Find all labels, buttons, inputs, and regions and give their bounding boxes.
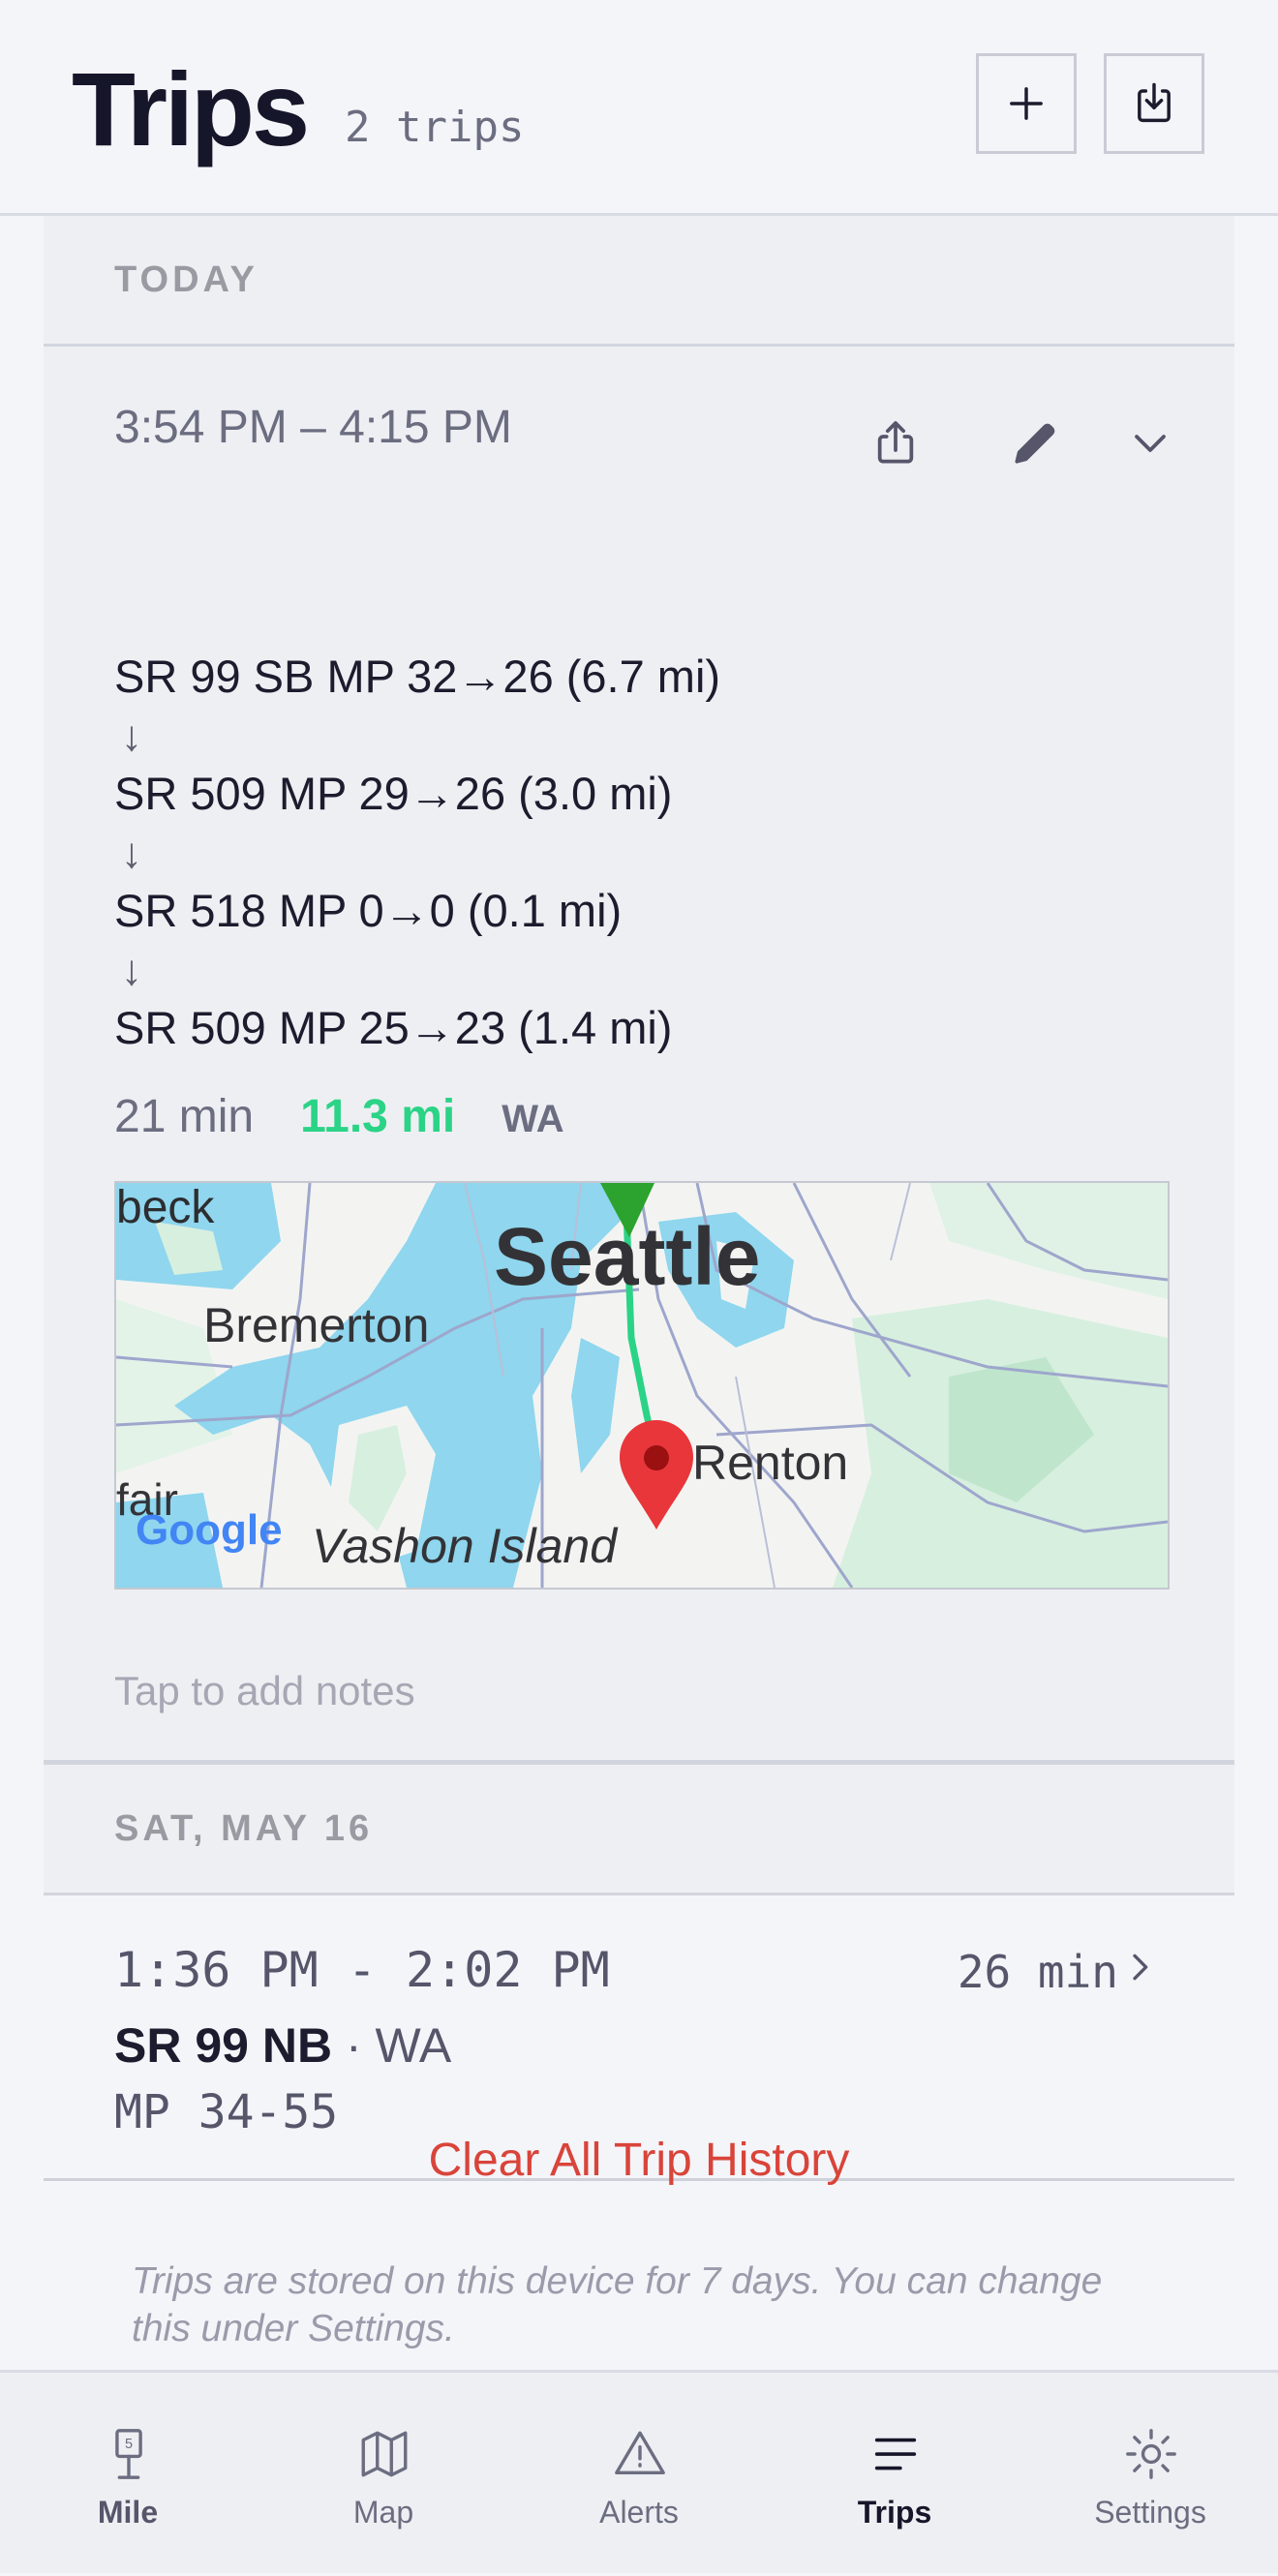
map-label-bremerton: Bremerton (203, 1298, 430, 1352)
page-title: Trips (72, 50, 310, 167)
trip-list: TODAY 3:54 PM – 4:15 PM SR 99 SB MP 32→2… (44, 216, 1234, 2181)
route-segment: SR 518 MP 0→0 (0.1 mi) (114, 885, 623, 936)
retention-info: Trips are stored on this device for 7 da… (132, 2260, 1103, 2349)
route-segment: SR 509 MP 25→23 (1.4 mi) (114, 1002, 673, 1053)
trip-distance: 11.3 mi (300, 1091, 456, 1142)
share-button[interactable] (857, 405, 934, 482)
map-icon (361, 2431, 408, 2477)
clear-history-button[interactable]: Clear All Trip History (0, 2134, 1278, 2187)
google-logo: Google (136, 1506, 283, 1554)
trip-time-range: 3:54 PM – 4:15 PM (114, 402, 512, 453)
route-segment: SR 509 MP 29→26 (3.0 mi) (114, 768, 673, 819)
trip-time-range: 1:36 PM - 2:02 PM (114, 1942, 610, 1998)
trip-card-expanded[interactable]: 3:54 PM – 4:15 PM SR 99 SB MP 32→26 (6.7… (44, 347, 1234, 1765)
tab-label: Mile (97, 2495, 159, 2530)
map-label-seattle: Seattle (494, 1211, 761, 1302)
trip-state: WA (502, 1098, 564, 1140)
notes-field[interactable]: Tap to add notes (114, 1668, 415, 1714)
tab-label: Alerts (599, 2495, 679, 2530)
alert-icon (615, 2431, 665, 2475)
route-arrow: ↓ (121, 712, 142, 760)
import-button[interactable] (1104, 53, 1204, 154)
map-label-renton: Renton (692, 1436, 849, 1490)
tab-label: Map (352, 2495, 414, 2530)
chevron-right-icon (1133, 1954, 1148, 1981)
edit-button[interactable] (996, 405, 1074, 482)
chevron-down-icon (1135, 435, 1166, 452)
tab-mile[interactable]: 5 Mile (0, 2373, 256, 2576)
route-separator: · (332, 2018, 376, 2073)
share-icon (877, 421, 914, 464)
trip-map[interactable]: beck Seattle Bremerton Renton fair Googl… (114, 1181, 1170, 1590)
trip-state: WA (375, 2018, 452, 2073)
plus-icon (1010, 87, 1043, 120)
tab-alerts[interactable]: Alerts (511, 2373, 767, 2576)
header: Trips 2 trips (0, 0, 1278, 216)
trip-duration: 21 min (114, 1091, 255, 1142)
section-header-sat-may-16: SAT, MAY 16 (44, 1765, 1234, 1895)
tab-trips[interactable]: Trips (767, 2373, 1022, 2576)
trip-duration: 26 min (957, 1946, 1118, 1998)
tab-bar: 5 Mile Map Alerts Trips Settings (0, 2370, 1278, 2573)
tab-map[interactable]: Map (256, 2373, 511, 2576)
tab-settings[interactable]: Settings (1022, 2373, 1278, 2576)
map-label-beck: beck (116, 1182, 215, 1233)
svg-text:5: 5 (125, 2437, 133, 2452)
map-label-vashon: Vashon Island (312, 1519, 618, 1573)
route-segment: SR 99 SB MP 32→26 (6.7 mi) (114, 651, 721, 702)
trip-mileposts: MP 34-55 (114, 2085, 339, 2139)
trip-count: 2 trips (345, 103, 525, 152)
download-icon (1138, 82, 1171, 123)
pencil-icon (1015, 423, 1055, 464)
trip-route: SR 99 NB · WA (114, 2017, 451, 2074)
gear-icon (1126, 2429, 1176, 2479)
collapse-button[interactable] (1111, 405, 1189, 482)
tab-label: Settings (1094, 2495, 1206, 2530)
list-icon (874, 2438, 917, 2470)
tab-label: Trips (857, 2495, 932, 2530)
milepost-icon: 5 (115, 2429, 142, 2479)
route-arrow: ↓ (121, 830, 142, 877)
section-header-today: TODAY (44, 216, 1234, 347)
route-arrow: ↓ (121, 947, 142, 994)
trip-route-name: SR 99 NB (114, 2018, 333, 2073)
add-trip-button[interactable] (976, 53, 1077, 154)
trip-stats: 21 min 11.3 mi WA (114, 1090, 564, 1143)
